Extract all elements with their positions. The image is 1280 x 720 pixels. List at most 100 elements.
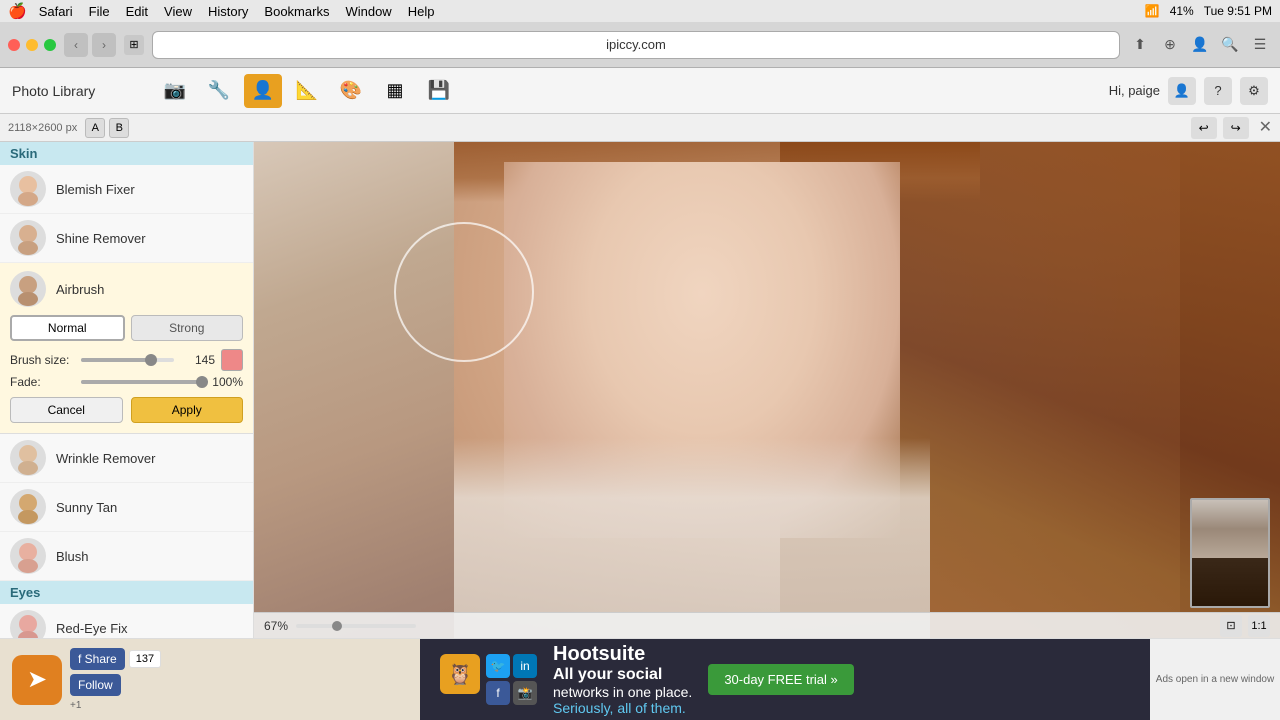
search-icon[interactable]: 🔍 (1218, 33, 1242, 57)
toolbar-right: Hi, paige 👤 ? ⚙ (1109, 77, 1268, 105)
ad-left: ➤ f Share 137 Follow +1 (0, 639, 420, 720)
menu-view[interactable]: View (164, 4, 192, 19)
share-count: 137 (129, 650, 161, 668)
social-buttons: f Share 137 Follow +1 (70, 648, 161, 711)
ad-right: Ads open in a new window (1150, 639, 1280, 720)
strong-mode-button[interactable]: Strong (131, 315, 244, 341)
close-window-button[interactable] (8, 39, 20, 51)
airbrush-icon (10, 271, 46, 307)
tool-camera[interactable]: 📷 (156, 74, 194, 108)
photo-library-title: Photo Library (12, 83, 152, 99)
help-button[interactable]: ? (1204, 77, 1232, 105)
user-account-button[interactable]: 👤 (1168, 77, 1196, 105)
redo-button[interactable]: ↪ (1223, 117, 1249, 139)
account-icon[interactable]: 👤 (1188, 33, 1212, 57)
ad-tagline-1: All your social (553, 666, 692, 684)
airbrush-label: Airbrush (56, 282, 104, 297)
normal-mode-button[interactable]: Normal (10, 315, 125, 341)
shine-remover-label: Shine Remover (56, 231, 146, 246)
ad-middle: 🦉 🐦 in f 📸 Hootsuite All your social net… (420, 639, 1150, 720)
brush-size-slider[interactable] (81, 358, 174, 362)
tool-save[interactable]: 💾 (420, 74, 458, 108)
menubar-right: 📶 41% Tue 9:51 PM (1145, 4, 1272, 18)
action-buttons: Cancel Apply (10, 397, 243, 423)
close-editor-button[interactable]: ✕ (1259, 117, 1272, 139)
facebook-icon: f (486, 681, 510, 705)
toolbar-tools: 📷 🔧 👤 📐 🎨 ▦ 💾 (156, 74, 1105, 108)
menu-edit[interactable]: Edit (126, 4, 148, 19)
tool-effects[interactable]: 🎨 (332, 74, 370, 108)
share-label: Share (85, 652, 117, 666)
sunny-tan-icon (10, 489, 46, 525)
settings-button[interactable]: ⚙ (1240, 77, 1268, 105)
fit-view-icon[interactable]: ⊡ (1220, 615, 1242, 637)
menu-window[interactable]: Window (345, 4, 391, 19)
traffic-lights (8, 39, 56, 51)
apply-button[interactable]: Apply (131, 397, 244, 423)
fullscreen-window-button[interactable] (44, 39, 56, 51)
red-eye-fix-label: Red-Eye Fix (56, 621, 128, 636)
brush-color-swatch[interactable] (221, 349, 243, 371)
ab-toggle: A B (85, 118, 129, 138)
sidebar-item-shine-remover[interactable]: Shine Remover (0, 214, 253, 263)
menu-file[interactable]: File (89, 4, 110, 19)
sidebar: Skin Blemish Fixer Shine Remover Airbrus… (0, 142, 254, 638)
minimize-window-button[interactable] (26, 39, 38, 51)
zoom-bar: 67% ⊡ 1:1 (254, 612, 1280, 638)
hootsuite-name: Hootsuite (553, 643, 692, 666)
social-platform-icons: 🐦 in f 📸 (486, 654, 537, 705)
airbrush-header: Airbrush (10, 271, 243, 307)
sub-toolbar: 2118×2600 px A B ↩ ↪ ✕ (0, 114, 1280, 142)
menu-help[interactable]: Help (408, 4, 435, 19)
brush-size-row: Brush size: 145 (10, 349, 243, 371)
sidebar-item-blemish-fixer[interactable]: Blemish Fixer (0, 165, 253, 214)
hootsuite-cta-button[interactable]: 30-day FREE trial » (708, 664, 853, 695)
sidebar-item-red-eye-fix[interactable]: Red-Eye Fix (0, 604, 253, 638)
clock: Tue 9:51 PM (1204, 4, 1272, 18)
tool-resize[interactable]: 📐 (288, 74, 326, 108)
tool-retouch[interactable]: 👤 (244, 74, 282, 108)
sunny-tan-label: Sunny Tan (56, 500, 117, 515)
brush-size-label: Brush size: (10, 353, 75, 367)
menu-icon[interactable]: ☰ (1248, 33, 1272, 57)
twitter-icon: 🐦 (486, 654, 510, 678)
canvas-area[interactable]: 67% ⊡ 1:1 (254, 142, 1280, 638)
actual-size-icon[interactable]: 1:1 (1248, 615, 1270, 637)
undo-button[interactable]: ↩ (1191, 117, 1217, 139)
share-row: f Share 137 (70, 648, 161, 670)
blemish-fixer-label: Blemish Fixer (56, 182, 135, 197)
sidebar-item-wrinkle-remover[interactable]: Wrinkle Remover (0, 434, 253, 483)
fade-slider[interactable] (81, 380, 202, 384)
forward-button[interactable]: › (92, 33, 116, 57)
menu-safari[interactable]: Safari (39, 4, 73, 19)
fade-value: 100% (208, 375, 243, 389)
new-tab-icon[interactable]: ⊕ (1158, 33, 1182, 57)
fb-follow-button[interactable]: Follow (70, 674, 121, 696)
text-b-button[interactable]: B (109, 118, 129, 138)
thumbnail-image (1192, 500, 1268, 606)
sidebar-item-blush[interactable]: Blush (0, 532, 253, 581)
apple-menu[interactable]: 🍎 (8, 2, 27, 20)
sub-toolbar-right: ↩ ↪ ✕ (1191, 117, 1272, 139)
ad-arrow-icon: ➤ (12, 655, 62, 705)
share-icon[interactable]: ⬆ (1128, 33, 1152, 57)
sidebar-toggle-button[interactable]: ⊞ (124, 35, 144, 55)
app-toolbar: Photo Library 📷 🔧 👤 📐 🎨 ▦ 💾 Hi, paige 👤 … (0, 68, 1280, 114)
menu-bar: 🍎 Safari File Edit View History Bookmark… (0, 0, 1280, 22)
tool-frames[interactable]: ▦ (376, 74, 414, 108)
google-plus[interactable]: +1 (70, 700, 161, 711)
cancel-button[interactable]: Cancel (10, 397, 123, 423)
browser-right-controls: ⬆ ⊕ 👤 🔍 ☰ (1128, 33, 1272, 57)
menu-history[interactable]: History (208, 4, 248, 19)
address-bar[interactable]: ipiccy.com (152, 31, 1120, 59)
tool-edit[interactable]: 🔧 (200, 74, 238, 108)
text-a-button[interactable]: A (85, 118, 105, 138)
hi-user-label: Hi, paige (1109, 83, 1160, 98)
back-button[interactable]: ‹ (64, 33, 88, 57)
sidebar-item-sunny-tan[interactable]: Sunny Tan (0, 483, 253, 532)
menu-bookmarks[interactable]: Bookmarks (264, 4, 329, 19)
zoom-slider[interactable] (296, 624, 416, 628)
fb-share-button[interactable]: f Share (70, 648, 125, 670)
wrinkle-remover-icon (10, 440, 46, 476)
mode-buttons: Normal Strong (10, 315, 243, 341)
